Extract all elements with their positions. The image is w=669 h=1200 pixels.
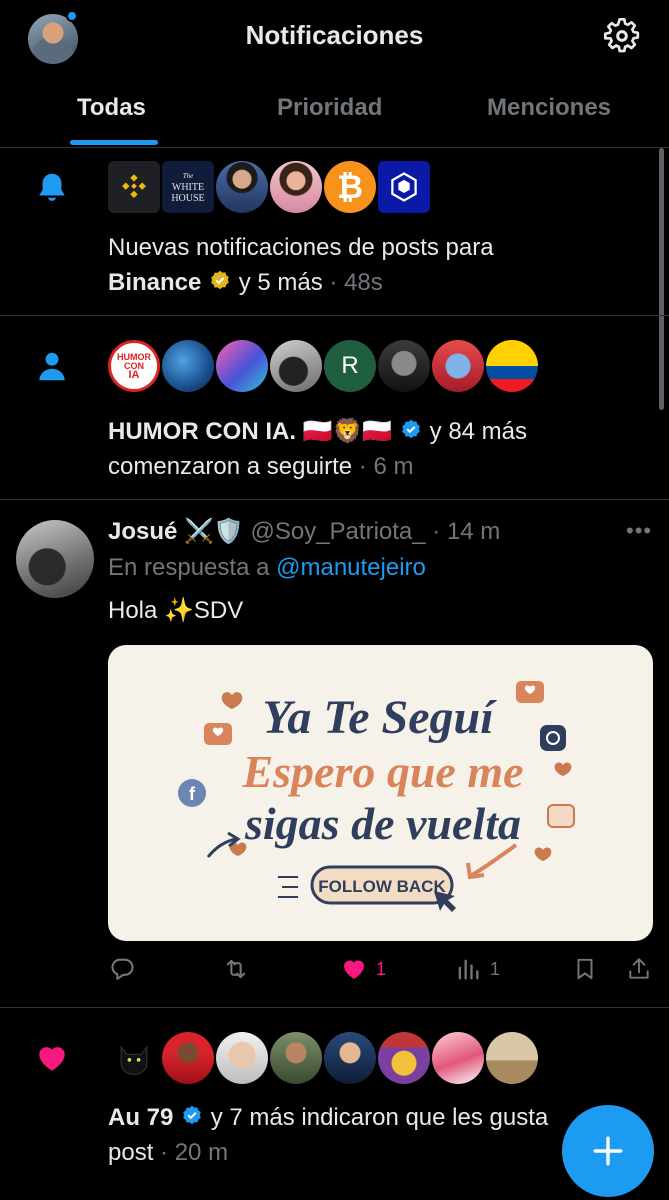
- like-button[interactable]: 1: [340, 955, 386, 983]
- account-name[interactable]: Au 79: [108, 1104, 173, 1131]
- account-name[interactable]: HUMOR CON IA. 🇵🇱🦁🇵🇱: [108, 418, 392, 445]
- views-chart-icon: [458, 959, 479, 980]
- timestamp: · 14 m: [425, 518, 501, 545]
- timestamp: · 48s: [322, 269, 383, 296]
- user-avatar[interactable]: [486, 1032, 538, 1084]
- repost-button[interactable]: [220, 955, 252, 983]
- timestamp: · 6 m: [352, 453, 414, 480]
- compose-button[interactable]: [562, 1105, 654, 1197]
- verified-icon: [183, 1105, 201, 1125]
- reply-button[interactable]: [108, 955, 136, 983]
- settings-gear-icon[interactable]: [602, 16, 642, 56]
- white-house-avatar[interactable]: The WHITE HOUSE: [162, 161, 214, 213]
- notification-text: Au 79 y 7 más indicaron que les gusta po…: [108, 1100, 548, 1170]
- user-avatar[interactable]: [270, 161, 322, 213]
- svg-text:f: f: [189, 784, 196, 804]
- post-actions: 1 1: [108, 955, 653, 985]
- ecuador-flag-avatar[interactable]: [486, 340, 538, 392]
- repost-icon: [226, 959, 246, 979]
- media-line3: sigas de vuelta: [244, 798, 521, 849]
- views-button[interactable]: 1: [454, 955, 500, 983]
- verified-icon: [402, 419, 420, 439]
- avatar-row: [108, 1032, 540, 1084]
- plus-icon: [593, 1136, 623, 1166]
- follow-back-button-label: FOLLOW BACK: [318, 877, 446, 896]
- reply-mention-link[interactable]: @manutejeiro: [276, 554, 426, 581]
- account-name[interactable]: Binance: [108, 269, 201, 296]
- user-avatar[interactable]: [324, 1032, 376, 1084]
- notification-message: comenzaron a seguirte: [108, 453, 353, 480]
- user-avatar[interactable]: [270, 1032, 322, 1084]
- reply-icon: [111, 958, 134, 980]
- view-count: 1: [490, 958, 501, 979]
- share-button[interactable]: [626, 955, 652, 983]
- user-avatar[interactable]: [378, 1032, 430, 1084]
- heart-filled-icon: [344, 960, 364, 979]
- earth-avatar[interactable]: [162, 340, 214, 392]
- notification-new-posts[interactable]: The WHITE HOUSE ₿ Nuevas notificaciones de…: [0, 148, 669, 316]
- crypto-com-avatar[interactable]: [378, 161, 430, 213]
- notification-text: Nuevas notificaciones de posts para Bina…: [108, 230, 494, 300]
- share-icon: [629, 958, 649, 979]
- tab-todas[interactable]: Todas: [77, 94, 146, 122]
- notification-message: post: [108, 1139, 154, 1166]
- post-text: Hola ✨SDV: [108, 597, 244, 624]
- reply-prefix: En respuesta a: [108, 554, 277, 581]
- bookmark-icon: [577, 958, 593, 980]
- user-avatar-r[interactable]: R: [324, 340, 376, 392]
- active-tab-indicator: [70, 140, 158, 145]
- bell-icon: [39, 173, 65, 201]
- post-image[interactable]: f Ya Te Seguí Espero que me sigas de vue…: [108, 645, 653, 941]
- user-avatar[interactable]: [216, 161, 268, 213]
- top-header: Notificaciones Todas Prioridad Menciones: [0, 0, 669, 148]
- bookmark-button[interactable]: [572, 955, 598, 983]
- like-count: 1: [376, 958, 387, 979]
- page-title: Notificaciones: [245, 20, 424, 50]
- humor-con-ia-avatar[interactable]: HUMOR CON IA: [108, 340, 160, 392]
- user-avatar[interactable]: [216, 1032, 268, 1084]
- author-handle[interactable]: @Soy_Patriota_: [250, 518, 425, 545]
- notification-message: y 7 más indicaron que les gusta: [204, 1104, 549, 1131]
- black-cat-avatar[interactable]: [108, 1032, 160, 1084]
- reply-context: En respuesta a @manutejeiro: [108, 554, 426, 582]
- author-badges: ⚔️🛡️: [184, 518, 244, 545]
- binance-avatar[interactable]: [108, 161, 160, 213]
- author-name[interactable]: Josué: [108, 518, 177, 545]
- heart-icon: [39, 1047, 65, 1071]
- avatar-row: The WHITE HOUSE ₿: [108, 161, 432, 213]
- media-line2: Espero que me: [241, 746, 523, 797]
- notification-count: y 84 más: [422, 418, 528, 445]
- avatar-row: HUMOR CON IA R: [108, 340, 540, 392]
- author-avatar[interactable]: [16, 520, 94, 598]
- user-avatar[interactable]: [378, 340, 430, 392]
- user-avatar[interactable]: [432, 1032, 484, 1084]
- user-avatar[interactable]: [216, 340, 268, 392]
- user-avatar[interactable]: [162, 1032, 214, 1084]
- post-header: Josué ⚔️🛡️ @Soy_Patriota_ · 14 m: [108, 516, 500, 548]
- user-avatar[interactable]: [432, 340, 484, 392]
- notification-new-followers[interactable]: HUMOR CON IA R HUMOR CON IA. 🇵🇱🦁🇵🇱 y 84 má…: [0, 316, 669, 500]
- person-icon: [39, 352, 65, 381]
- follow-back-graphic: f Ya Te Seguí Espero que me sigas de vue…: [178, 681, 575, 912]
- tab-menciones[interactable]: Menciones: [487, 94, 611, 122]
- notification-message: Nuevas notificaciones de posts para: [108, 234, 494, 261]
- timestamp: · 20 m: [153, 1139, 229, 1166]
- notification-text: HUMOR CON IA. 🇵🇱🦁🇵🇱 y 84 más comenzaron …: [108, 414, 527, 484]
- media-line1: Ya Te Seguí: [262, 691, 497, 744]
- notification-count: y 5 más: [232, 269, 323, 296]
- bitcoin-avatar[interactable]: ₿: [324, 161, 376, 213]
- tab-prioridad[interactable]: Prioridad: [277, 94, 382, 122]
- user-avatar[interactable]: [270, 340, 322, 392]
- more-options-icon[interactable]: •••: [626, 518, 652, 544]
- gold-verified-icon: [211, 270, 229, 290]
